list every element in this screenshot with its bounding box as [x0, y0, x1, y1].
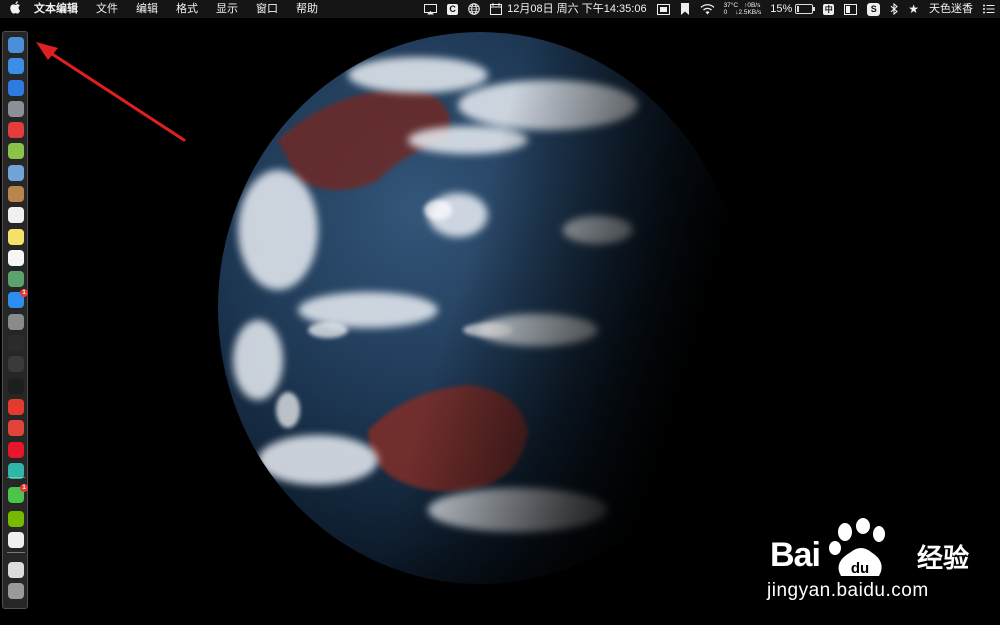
screen-mirror-icon[interactable] [652, 3, 675, 15]
trash-icon[interactable] [8, 583, 24, 599]
fan-speed: 0 [723, 9, 728, 16]
app-store-badge: 1 [20, 289, 28, 297]
earth-wallpaper [218, 30, 738, 585]
finder-icon[interactable] [8, 37, 24, 53]
downloads-stack-icon[interactable] [8, 562, 24, 578]
watermark-jingyan: 经验 [917, 543, 970, 573]
c-app-icon[interactable]: C [442, 3, 463, 15]
input-method-icon[interactable]: 中 [818, 3, 839, 15]
display-icon[interactable] [839, 3, 862, 15]
maps-icon[interactable] [8, 271, 24, 287]
document-editor-icon[interactable] [8, 532, 24, 548]
notification-center-icon[interactable] [978, 4, 1000, 14]
globe-icon[interactable] [463, 3, 485, 15]
dock-separator [7, 552, 25, 553]
menu-view[interactable]: 显示 [207, 0, 247, 18]
app-store-icon[interactable]: 1 [8, 289, 28, 308]
dock: 11 [2, 31, 28, 609]
reminders-icon[interactable] [8, 250, 24, 266]
user-name[interactable]: 天色迷香 [924, 0, 978, 18]
system-preferences-icon[interactable] [8, 314, 24, 330]
star-icon[interactable]: ★ [903, 0, 924, 18]
bookmark-icon[interactable] [675, 3, 695, 15]
clock-datetime[interactable]: 12月08日 周六 下午14:35:06 [507, 0, 651, 18]
safari-compass-icon[interactable] [8, 80, 24, 96]
watermark-brand: Bai [770, 536, 821, 574]
menu-help[interactable]: 帮助 [287, 0, 327, 18]
baidu-jingyan-watermark: Bai du 经验 jingyan.baidu.com [765, 518, 995, 608]
menu-window[interactable]: 窗口 [247, 0, 287, 18]
annotation-arrow [36, 42, 186, 142]
wechat-badge: 1 [20, 484, 28, 492]
terminal-icon[interactable] [8, 378, 24, 394]
yandex-browser-icon[interactable] [8, 399, 24, 415]
cpu-temperature: 37°C [723, 1, 739, 9]
wifi-icon[interactable] [695, 3, 720, 15]
console-icon[interactable] [8, 356, 24, 372]
system-stats[interactable]: 37°C ↑0B/s 0 ↓2.5KB/s [720, 2, 766, 17]
sogou-icon[interactable]: S [862, 2, 885, 16]
launchpad-rocket-icon[interactable] [8, 101, 24, 117]
android-icon[interactable] [8, 143, 24, 159]
watermark-paw-text: du [851, 560, 869, 577]
nvidia-icon[interactable] [8, 511, 24, 527]
battery-status[interactable]: 15% [765, 0, 818, 18]
activity-monitor-icon[interactable] [8, 335, 24, 351]
safari-globe-icon[interactable] [8, 58, 24, 74]
battery-icon [795, 4, 816, 14]
textedit-icon[interactable] [8, 207, 24, 223]
dock-separator [7, 477, 25, 478]
red-app-icon[interactable] [8, 122, 24, 138]
contacts-book-icon[interactable] [8, 186, 24, 202]
baidu-paw-icon: du [827, 518, 897, 585]
battery-percent: 15% [770, 3, 793, 15]
cast-icon[interactable] [419, 3, 442, 15]
bluetooth-icon[interactable] [885, 3, 903, 15]
vivaldi-icon[interactable] [8, 420, 24, 436]
wechat-icon[interactable]: 1 [8, 484, 28, 503]
preview-photo-icon[interactable] [8, 165, 24, 181]
earth-globe-image [218, 32, 738, 584]
calendar-icon [485, 3, 507, 15]
watermark-url: jingyan.baidu.com [767, 580, 929, 601]
weibo-icon[interactable] [8, 442, 24, 458]
net-up-speed: ↑0B/s [744, 1, 761, 9]
net-down-speed: ↓2.5KB/s [735, 9, 762, 16]
notes-icon[interactable] [8, 229, 24, 245]
